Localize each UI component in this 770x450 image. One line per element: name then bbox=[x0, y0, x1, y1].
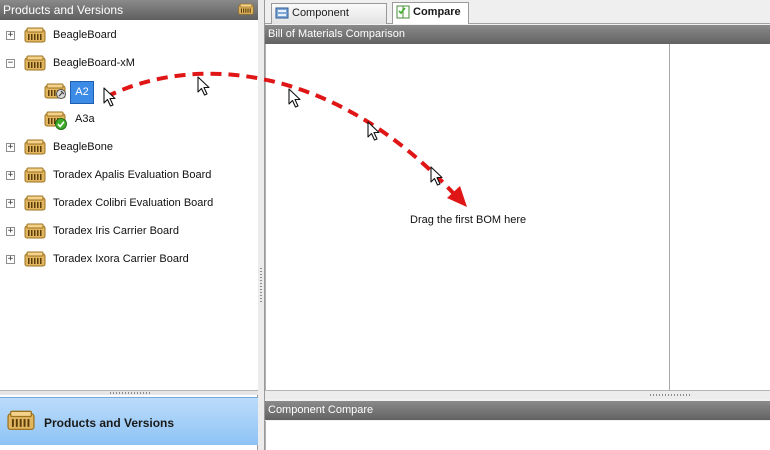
tree-item-label: BeagleBoard-xM bbox=[53, 57, 135, 69]
board-icon bbox=[24, 55, 46, 72]
tree-item-label: Toradex Ixora Carrier Board bbox=[53, 253, 189, 265]
selected-version-label[interactable]: A2 bbox=[70, 81, 94, 104]
tab-compare[interactable]: Compare bbox=[392, 2, 469, 24]
tree-item-label: Toradex Iris Carrier Board bbox=[53, 225, 179, 237]
expand-icon[interactable]: + bbox=[6, 199, 15, 208]
left-horizontal-splitter[interactable] bbox=[0, 390, 258, 395]
expand-icon[interactable]: + bbox=[6, 143, 15, 152]
component-compare-title: Component Compare bbox=[268, 404, 374, 416]
tree-item-label: Toradex Colibri Evaluation Board bbox=[53, 197, 214, 209]
products-panel: Products and Versions + BeagleBoard − Be… bbox=[0, 0, 258, 450]
tree-item-beaglebone[interactable]: + BeagleBone bbox=[0, 136, 258, 160]
nav-button-products-and-versions[interactable]: Products and Versions bbox=[0, 397, 258, 445]
board-icon bbox=[24, 251, 46, 268]
products-tree: + BeagleBoard − BeagleBoard-xM A2 A3a + … bbox=[0, 20, 258, 390]
nav-button-label: Products and Versions bbox=[44, 416, 175, 430]
expand-icon[interactable]: + bbox=[6, 171, 15, 180]
compare-icon bbox=[396, 5, 410, 19]
board-icon bbox=[24, 167, 46, 184]
expand-icon[interactable]: + bbox=[6, 31, 15, 40]
bom-comparison-title: Bill of Materials Comparison bbox=[268, 28, 405, 40]
tree-item-label: A3a bbox=[75, 113, 95, 125]
bom-column-divider bbox=[669, 44, 670, 390]
tab-label: Compare bbox=[413, 6, 461, 18]
products-panel-header: Products and Versions bbox=[0, 0, 258, 20]
tree-item-label: BeagleBone bbox=[53, 141, 113, 153]
library-icon bbox=[275, 7, 289, 19]
expand-icon[interactable]: + bbox=[6, 255, 15, 264]
tree-item-label: Toradex Apalis Evaluation Board bbox=[53, 169, 212, 181]
tree-item-label: BeagleBoard bbox=[53, 29, 117, 41]
tab-strip: Component Library Compare bbox=[265, 0, 770, 38]
tree-item-beagleboard-xm[interactable]: − BeagleBoard-xM bbox=[0, 52, 258, 76]
tab-component-library[interactable]: Component Library bbox=[271, 3, 387, 38]
tree-item-toradex-apalis[interactable]: + Toradex Apalis Evaluation Board bbox=[0, 164, 258, 188]
board-icon bbox=[6, 410, 36, 432]
expand-icon[interactable]: + bbox=[6, 227, 15, 236]
component-compare-area[interactable] bbox=[265, 421, 770, 450]
tree-item-beagleboard[interactable]: + BeagleBoard bbox=[0, 24, 258, 48]
bom-drop-area[interactable]: Drag the first BOM here bbox=[265, 44, 770, 390]
bom-comparison-header: Bill of Materials Comparison bbox=[265, 25, 770, 44]
board-icon bbox=[24, 139, 46, 156]
tree-item-toradex-ixora[interactable]: + Toradex Ixora Carrier Board bbox=[0, 248, 258, 272]
board-icon bbox=[24, 27, 46, 44]
check-icon bbox=[55, 118, 67, 130]
board-icon bbox=[24, 195, 46, 212]
tree-item-version-a3a[interactable]: A3a bbox=[0, 108, 258, 132]
tree-item-toradex-colibri[interactable]: + Toradex Colibri Evaluation Board bbox=[0, 192, 258, 216]
drop-hint-text: Drag the first BOM here bbox=[410, 214, 527, 226]
collapse-icon[interactable]: − bbox=[6, 59, 15, 68]
component-compare-header: Component Compare bbox=[265, 401, 770, 420]
products-panel-title: Products and Versions bbox=[3, 3, 124, 17]
main-panel: Component Library Compare Bill of Materi… bbox=[265, 0, 770, 450]
pin-icon bbox=[56, 89, 66, 99]
board-icon[interactable] bbox=[238, 3, 254, 16]
right-horizontal-splitter[interactable] bbox=[265, 390, 770, 399]
tree-item-toradex-iris[interactable]: + Toradex Iris Carrier Board bbox=[0, 220, 258, 244]
vertical-splitter[interactable] bbox=[258, 0, 265, 450]
tree-item-version-a2[interactable]: A2 bbox=[0, 81, 258, 105]
board-icon bbox=[24, 223, 46, 240]
